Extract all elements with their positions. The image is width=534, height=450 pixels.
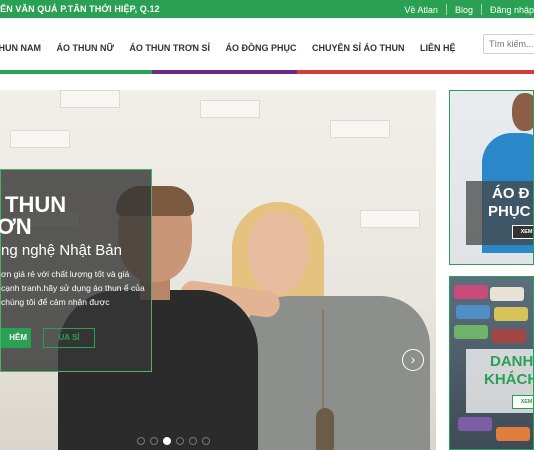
promo-card-customers[interactable]: DANH KHÁCH H XEM T bbox=[449, 276, 534, 450]
blog-link[interactable]: Blog bbox=[455, 5, 473, 15]
card-caption: DANH KHÁCH H XEM T bbox=[466, 349, 534, 413]
slider-dot[interactable] bbox=[202, 437, 210, 445]
clothes-stack bbox=[456, 305, 490, 319]
model-woman-face bbox=[248, 212, 308, 294]
slide-description: ơn giá rẻ với chất lượng tốt và giá cạnh… bbox=[1, 269, 145, 307]
nav-menu: THUN NAM ÁO THUN NỮ ÁO THUN TRƠN SỈ ÁO Đ… bbox=[0, 38, 466, 56]
slider-dot-active[interactable] bbox=[163, 437, 171, 445]
wall-brick bbox=[10, 130, 70, 148]
clothes-stack bbox=[494, 307, 528, 321]
model-face bbox=[512, 93, 533, 131]
clothes-stack bbox=[492, 329, 526, 343]
clothes-stack bbox=[454, 285, 488, 299]
slider-dot[interactable] bbox=[189, 437, 197, 445]
color-bar-red bbox=[297, 70, 534, 74]
slider-dot[interactable] bbox=[150, 437, 158, 445]
buy-wholesale-button[interactable]: UA SỈ bbox=[43, 328, 95, 348]
top-bar: YẾN VĂN QUÁ P.TÂN THỚI HIỆP, Q.12 Về Atl… bbox=[0, 0, 534, 18]
about-link[interactable]: Về Atlan bbox=[404, 5, 438, 15]
model-woman-tshirt bbox=[240, 296, 430, 450]
card-title-line1: ÁO Đ bbox=[492, 185, 530, 202]
clothes-stack bbox=[458, 417, 492, 431]
wall-brick bbox=[330, 120, 390, 138]
nav-item-wholesale[interactable]: CHUYÊN SỈ ÁO THUN bbox=[312, 43, 405, 53]
slide-title-line2: ƠN bbox=[0, 214, 32, 239]
color-bar-purple bbox=[152, 70, 297, 74]
wall-brick bbox=[60, 90, 120, 108]
clothes-stack bbox=[454, 325, 488, 339]
divider bbox=[445, 4, 447, 15]
wall-brick bbox=[200, 100, 260, 118]
nav-item-contact[interactable]: LIÊN HỆ bbox=[420, 43, 456, 53]
card-title-line2: PHỤC bbox=[488, 203, 531, 220]
card-title-line2: KHÁCH H bbox=[484, 371, 534, 388]
login-link[interactable]: Đăng nhập bbox=[490, 5, 534, 15]
slide-caption: THUN ƠN ng nghệ Nhật Bản ơn giá rẻ với c… bbox=[0, 169, 152, 372]
necklace-pendant bbox=[316, 408, 334, 450]
nav-item-women-tshirt[interactable]: ÁO THUN NỮ bbox=[56, 43, 113, 53]
slider-dots bbox=[137, 432, 215, 450]
nav-item-plain-wholesale[interactable]: ÁO THUN TRƠN SỈ bbox=[129, 43, 210, 53]
clothes-stack bbox=[490, 287, 524, 301]
card-view-button[interactable]: XEM T bbox=[512, 225, 533, 239]
nav-item-uniform[interactable]: ÁO ĐỒNG PHỤC bbox=[226, 43, 297, 53]
clothes-stack bbox=[496, 427, 530, 441]
color-bar-green bbox=[0, 70, 152, 74]
search-input[interactable] bbox=[483, 34, 534, 54]
card-title-line1: DANH bbox=[490, 353, 534, 370]
promo-card-uniform[interactable]: ÁO Đ PHỤC XEM T bbox=[449, 90, 534, 265]
hero-slider[interactable]: THUN ƠN ng nghệ Nhật Bản ơn giá rẻ với c… bbox=[0, 90, 436, 450]
nav-item-men-tshirt[interactable]: THUN NAM bbox=[0, 43, 41, 53]
view-more-button[interactable]: HÊM bbox=[1, 328, 31, 348]
top-links: Về Atlan Blog Đăng nhập bbox=[404, 4, 534, 15]
chevron-right-circle-icon[interactable]: › bbox=[402, 349, 424, 371]
main-nav: THUN NAM ÁO THUN NỮ ÁO THUN TRƠN SỈ ÁO Đ… bbox=[0, 18, 534, 70]
card-view-button[interactable]: XEM T bbox=[512, 395, 533, 409]
card-caption: ÁO Đ PHỤC XEM T bbox=[466, 181, 533, 245]
wall-brick bbox=[360, 210, 420, 228]
store-address: YẾN VĂN QUÁ P.TÂN THỚI HIỆP, Q.12 bbox=[0, 4, 160, 14]
slide-subtitle: ng nghệ Nhật Bản bbox=[1, 242, 122, 259]
slider-dot[interactable] bbox=[176, 437, 184, 445]
divider bbox=[480, 4, 482, 15]
necklace-chain bbox=[322, 310, 324, 410]
slider-dot[interactable] bbox=[137, 437, 145, 445]
